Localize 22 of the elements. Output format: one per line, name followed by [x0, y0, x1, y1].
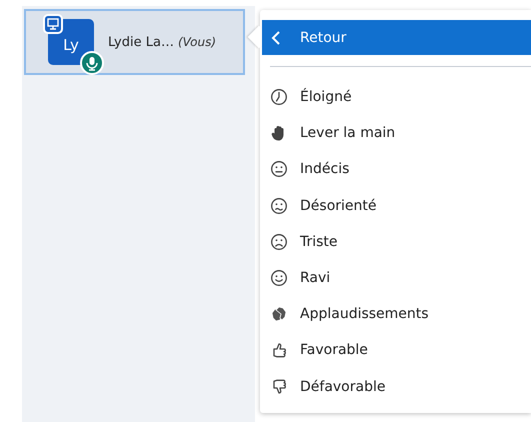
- smiley-face-icon: [270, 269, 288, 288]
- monitor-icon: [43, 14, 63, 34]
- status-menu-item[interactable]: Désorienté: [270, 188, 531, 224]
- status-menu-item[interactable]: Indécis: [270, 151, 531, 188]
- status-menu-item[interactable]: Défavorable: [270, 368, 531, 405]
- microphone-icon: [80, 51, 104, 75]
- status-menu-item[interactable]: Ravi: [270, 260, 531, 296]
- clock-icon: [270, 88, 288, 106]
- chevron-left-icon: [270, 30, 282, 46]
- status-menu-item[interactable]: Triste: [270, 224, 531, 260]
- status-menu-item[interactable]: Favorable: [270, 332, 531, 368]
- neutral-face-icon: [270, 160, 288, 178]
- avatar-initials: Ly: [63, 36, 79, 54]
- status-menu-item[interactable]: Éloigné: [270, 79, 531, 116]
- status-menu-item[interactable]: Applaudissements: [270, 296, 531, 332]
- confused-face-icon: [270, 196, 288, 215]
- back-button[interactable]: Retour: [262, 20, 531, 55]
- participant-name: Lydie La…: [108, 34, 174, 50]
- status-menu-item[interactable]: Lever la main: [270, 115, 531, 152]
- participant-card[interactable]: Ly Lydie La… (Vous): [24, 9, 245, 75]
- sad-face-icon: [270, 232, 288, 251]
- self-label: (Vous): [178, 35, 216, 49]
